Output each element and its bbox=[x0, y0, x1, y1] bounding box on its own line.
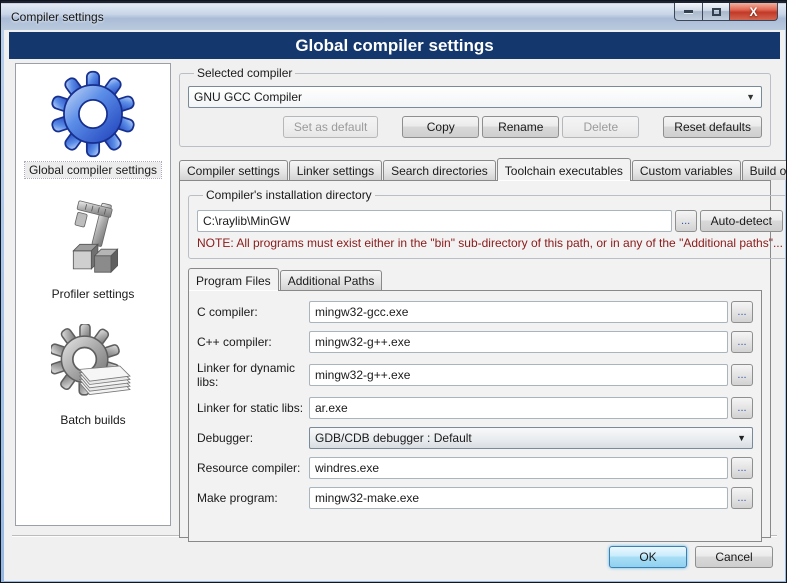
debugger-select-value: GDB/CDB debugger : Default bbox=[315, 431, 472, 445]
window-title: Compiler settings bbox=[11, 10, 104, 24]
copy-button[interactable]: Copy bbox=[402, 116, 479, 138]
field-label: C++ compiler: bbox=[197, 335, 309, 349]
dialog-body: Global compiler settings bbox=[4, 30, 785, 581]
sidebar-item-label: Global compiler settings bbox=[25, 162, 161, 178]
subtab-program-files[interactable]: Program Files bbox=[188, 268, 279, 291]
maximize-icon bbox=[712, 8, 721, 16]
static-linker-input[interactable] bbox=[309, 397, 728, 419]
tab-linker-settings[interactable]: Linker settings bbox=[289, 160, 382, 180]
gray-gear-stack-icon bbox=[51, 324, 135, 408]
selected-compiler-legend: Selected compiler bbox=[194, 66, 295, 80]
subtab-additional-paths[interactable]: Additional Paths bbox=[280, 270, 383, 290]
debugger-select[interactable]: GDB/CDB debugger : Default ▼ bbox=[309, 427, 753, 449]
browse-cpp-compiler-button[interactable]: ... bbox=[731, 331, 753, 353]
browse-make-program-button[interactable]: ... bbox=[731, 487, 753, 509]
close-icon: X bbox=[749, 5, 757, 19]
program-subtabs: Program Files Additional Paths bbox=[188, 269, 762, 290]
blue-gear-icon bbox=[49, 70, 137, 158]
tab-toolchain-executables[interactable]: Toolchain executables bbox=[497, 158, 631, 181]
browse-static-linker-button[interactable]: ... bbox=[731, 397, 753, 419]
browse-dynamic-linker-button[interactable]: ... bbox=[731, 364, 753, 386]
chevron-down-icon: ▼ bbox=[746, 92, 755, 102]
close-button[interactable]: X bbox=[730, 3, 778, 21]
sidebar-item-global-compiler-settings[interactable]: Global compiler settings bbox=[25, 70, 161, 178]
form-row-dynamic-linker: Linker for dynamic libs: ... bbox=[197, 361, 753, 389]
browse-c-compiler-button[interactable]: ... bbox=[731, 301, 753, 323]
settings-tabstrip: Compiler settings Linker settings Search… bbox=[179, 158, 771, 180]
sidebar-item-label: Profiler settings bbox=[48, 286, 139, 302]
program-files-panel: C compiler: ... C++ compiler: ... Linker… bbox=[188, 290, 762, 542]
settings-category-sidebar: Global compiler settings bbox=[15, 63, 171, 526]
installation-directory-legend: Compiler's installation directory bbox=[203, 188, 375, 202]
sidebar-item-batch-builds[interactable]: Batch builds bbox=[51, 324, 135, 428]
tab-build-options[interactable]: Build options bbox=[742, 160, 787, 180]
cpp-compiler-input[interactable] bbox=[309, 331, 728, 353]
footer-buttons: OK Cancel bbox=[609, 546, 773, 568]
page-title: Global compiler settings bbox=[9, 32, 780, 59]
caliper-icon bbox=[52, 200, 134, 282]
field-label: Resource compiler: bbox=[197, 461, 309, 475]
cancel-button[interactable]: Cancel bbox=[695, 546, 773, 568]
rename-button[interactable]: Rename bbox=[482, 116, 559, 138]
compiler-buttons: Set as default Copy Rename Delete Reset … bbox=[188, 116, 762, 138]
form-row-static-linker: Linker for static libs: ... bbox=[197, 397, 753, 419]
main-panel: Selected compiler GNU GCC Compiler ▼ Set… bbox=[179, 63, 771, 526]
titlebar[interactable]: Compiler settings X bbox=[1, 1, 786, 30]
browse-directory-button[interactable]: ... bbox=[675, 210, 697, 232]
form-row-c-compiler: C compiler: ... bbox=[197, 301, 753, 323]
compiler-select[interactable]: GNU GCC Compiler ▼ bbox=[188, 86, 762, 108]
form-row-debugger: Debugger: GDB/CDB debugger : Default ▼ bbox=[197, 427, 753, 449]
form-row-cpp-compiler: C++ compiler: ... bbox=[197, 331, 753, 353]
form-row-resource-compiler: Resource compiler: ... bbox=[197, 457, 753, 479]
auto-detect-button[interactable]: Auto-detect bbox=[700, 210, 783, 232]
delete-button[interactable]: Delete bbox=[562, 116, 639, 138]
sidebar-item-profiler-settings[interactable]: Profiler settings bbox=[48, 200, 139, 302]
browse-resource-compiler-button[interactable]: ... bbox=[731, 457, 753, 479]
form-row-make-program: Make program: ... bbox=[197, 487, 753, 509]
ok-button[interactable]: OK bbox=[609, 546, 687, 568]
compiler-settings-window: Compiler settings X Global compiler sett… bbox=[0, 0, 787, 583]
field-label: Debugger: bbox=[197, 431, 309, 445]
minimize-button[interactable] bbox=[674, 3, 703, 21]
field-label: Linker for static libs: bbox=[197, 401, 309, 415]
toolchain-executables-panel: Compiler's installation directory ... Au… bbox=[179, 180, 771, 538]
install-dir-note: NOTE: All programs must exist either in … bbox=[197, 236, 783, 250]
tab-search-directories[interactable]: Search directories bbox=[383, 160, 496, 180]
set-as-default-button[interactable]: Set as default bbox=[283, 116, 378, 138]
window-controls: X bbox=[674, 3, 778, 21]
installation-directory-group: Compiler's installation directory ... Au… bbox=[188, 188, 787, 259]
field-label: Linker for dynamic libs: bbox=[197, 361, 309, 389]
sidebar-item-label: Batch builds bbox=[56, 412, 129, 428]
make-program-input[interactable] bbox=[309, 487, 728, 509]
tab-compiler-settings[interactable]: Compiler settings bbox=[179, 160, 288, 180]
c-compiler-input[interactable] bbox=[309, 301, 728, 323]
reset-defaults-button[interactable]: Reset defaults bbox=[663, 116, 762, 138]
dynamic-linker-input[interactable] bbox=[309, 364, 728, 386]
minimize-icon bbox=[684, 10, 693, 13]
field-label: C compiler: bbox=[197, 305, 309, 319]
selected-compiler-group: Selected compiler GNU GCC Compiler ▼ Set… bbox=[179, 66, 771, 147]
installation-directory-input[interactable] bbox=[197, 210, 672, 232]
chevron-down-icon: ▼ bbox=[737, 433, 746, 443]
tab-custom-variables[interactable]: Custom variables bbox=[632, 160, 741, 180]
maximize-button[interactable] bbox=[703, 3, 730, 21]
resource-compiler-input[interactable] bbox=[309, 457, 728, 479]
compiler-select-value: GNU GCC Compiler bbox=[194, 90, 302, 104]
field-label: Make program: bbox=[197, 491, 309, 505]
